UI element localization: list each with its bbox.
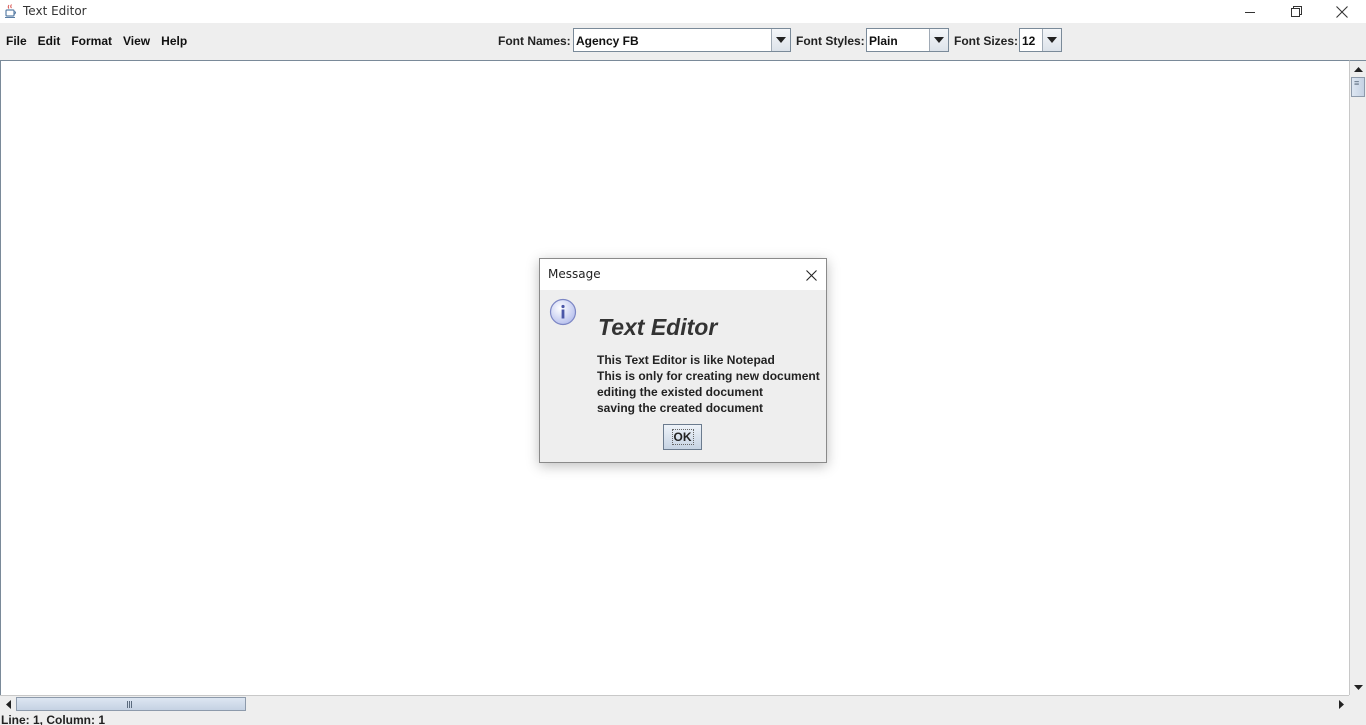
menu-view[interactable]: View: [117, 23, 155, 60]
chevron-down-icon[interactable]: [771, 29, 790, 51]
close-icon: [805, 269, 817, 281]
dialog-titlebar: Message: [540, 259, 826, 290]
vertical-scrollbar[interactable]: ≡: [1349, 60, 1366, 695]
arrow-up-icon: [1353, 66, 1363, 72]
grip-icon: ≡: [1354, 78, 1359, 88]
menu-help[interactable]: Help: [155, 23, 192, 60]
dialog-message-line: This is only for creating new document: [597, 369, 820, 383]
dialog-heading: Text Editor: [598, 314, 718, 340]
horizontal-scrollbar[interactable]: [0, 695, 1349, 712]
cursor-position-status: Line: 1, Column: 1: [1, 713, 106, 725]
ok-button-label: OK: [671, 429, 694, 445]
menubar: File Edit Format View Help: [0, 23, 196, 60]
horizontal-scroll-thumb[interactable]: [16, 697, 246, 711]
font-styles-value: Plain: [869, 34, 898, 48]
scroll-up-button[interactable]: [1350, 61, 1366, 77]
font-styles-label: Font Styles:: [796, 34, 865, 48]
font-sizes-value: 12: [1022, 34, 1036, 48]
font-sizes-combo[interactable]: 12: [1019, 28, 1062, 52]
menu-edit[interactable]: Edit: [32, 23, 66, 60]
window-titlebar: Text Editor: [0, 0, 1366, 23]
font-names-label: Font Names:: [498, 34, 571, 48]
menu-toolbar-row: File Edit Format View Help Font Names: A…: [0, 23, 1366, 60]
minimize-icon: [1245, 11, 1255, 13]
window-title: Text Editor: [23, 4, 87, 18]
font-sizes-label: Font Sizes:: [954, 34, 1019, 48]
scroll-right-button[interactable]: [1333, 696, 1349, 712]
dialog-message-line: This Text Editor is like Notepad: [597, 353, 775, 367]
scroll-left-button[interactable]: [0, 696, 16, 712]
dialog-close-button[interactable]: [800, 264, 822, 286]
restore-button[interactable]: [1273, 0, 1319, 23]
info-icon: [549, 298, 577, 326]
arrow-down-icon: [1353, 684, 1363, 690]
dialog-message-line: editing the existed document: [597, 385, 764, 399]
minimize-button[interactable]: [1227, 0, 1273, 23]
dialog-message-line: saving the created document: [597, 401, 764, 415]
font-styles-combo[interactable]: Plain: [866, 28, 949, 52]
scroll-corner: [1349, 695, 1366, 712]
dialog-title: Message: [548, 267, 601, 281]
message-dialog: Message Text Editor This Text Editor is …: [539, 258, 827, 463]
grip-icon: [127, 701, 132, 708]
chevron-down-icon[interactable]: [1042, 29, 1061, 51]
ok-button[interactable]: OK: [663, 424, 702, 450]
arrow-right-icon: [1338, 699, 1344, 709]
menu-format[interactable]: Format: [65, 23, 117, 60]
status-bar: Line: 1, Column: 1: [0, 712, 1366, 725]
java-cup-icon: [3, 3, 19, 19]
vertical-scroll-thumb[interactable]: ≡: [1351, 77, 1365, 97]
font-names-combo[interactable]: Agency FB: [573, 28, 791, 52]
chevron-down-icon[interactable]: [929, 29, 948, 51]
close-window-button[interactable]: [1319, 0, 1365, 23]
arrow-left-icon: [5, 699, 11, 709]
font-names-value: Agency FB: [576, 34, 639, 48]
menu-file[interactable]: File: [0, 23, 32, 60]
restore-icon: [1290, 6, 1302, 17]
close-icon: [1336, 5, 1348, 18]
scroll-down-button[interactable]: [1350, 679, 1366, 695]
